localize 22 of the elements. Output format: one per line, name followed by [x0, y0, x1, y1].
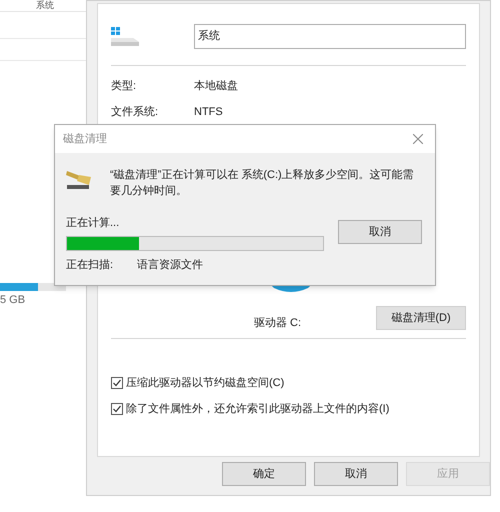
scan-item: 语言资源文件: [137, 258, 203, 272]
status-text: 正在计算...: [66, 216, 120, 231]
property-value: 本地磁盘: [194, 79, 238, 94]
name-field[interactable]: 系统: [194, 24, 466, 49]
cancel-button[interactable]: 取消: [338, 220, 422, 244]
property-value: NTFS: [194, 104, 223, 120]
checkbox[interactable]: [111, 377, 123, 390]
dialog-title: 磁盘清理: [63, 132, 107, 147]
property-label: 文件系统:: [111, 104, 160, 120]
option-label[interactable]: 压缩此驱动器以节约磁盘空间(C): [126, 375, 284, 392]
property-label: 类型:: [111, 79, 138, 94]
drive-label: 驱动器 C:: [254, 316, 302, 330]
scan-label: 正在扫描:: [66, 258, 114, 272]
size-text: 5 GB: [0, 293, 26, 308]
dialog-button[interactable]: 取消: [314, 462, 398, 486]
dialog-button[interactable]: 确定: [222, 462, 306, 486]
option-label[interactable]: 除了文件属性外，还允许索引此驱动器上文件的内容(I): [126, 400, 390, 417]
checkbox[interactable]: [111, 402, 123, 415]
drive-icon: [111, 26, 141, 46]
dialog-message: “磁盘清理”正在计算可以在 系统(C:)上释放多少空间。这可能需要几分钟时间。: [110, 168, 415, 199]
disk-cleanup-button[interactable]: 磁盘清理(D): [376, 306, 466, 330]
close-icon[interactable]: [413, 134, 423, 144]
